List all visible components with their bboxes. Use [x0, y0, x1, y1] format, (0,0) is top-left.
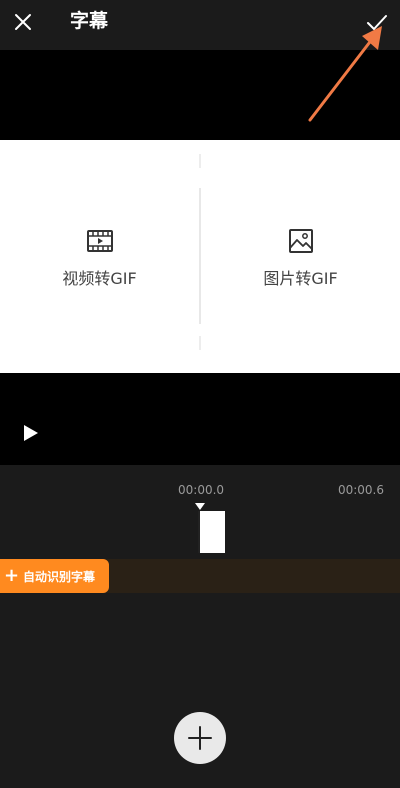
timeline-start-time: 00:00.0 — [178, 483, 225, 497]
image-icon — [288, 228, 313, 253]
timeline-end-time: 00:00.6 — [337, 483, 384, 497]
play-button[interactable] — [18, 421, 42, 445]
add-subtitle-button[interactable] — [174, 712, 226, 764]
playhead-marker[interactable] — [195, 503, 205, 510]
plus-icon — [188, 726, 212, 750]
play-icon — [24, 425, 38, 441]
gif-options-panel: 视频转GIF 图片转GIF — [0, 140, 400, 373]
image-to-gif-label: 图片转GIF — [263, 268, 338, 288]
close-button[interactable] — [8, 7, 38, 37]
page-title: 字幕 — [70, 10, 109, 32]
image-to-gif-option[interactable]: 图片转GIF — [201, 140, 400, 373]
film-icon — [86, 229, 113, 252]
video-player — [0, 373, 400, 465]
subtitle-editor-screen: 字幕 视频转GIF 图片转GIF 00:00.0 00:00.6 + 自动识别字… — [0, 0, 400, 788]
video-to-gif-label: 视频转GIF — [62, 268, 137, 288]
plus-icon: + — [4, 565, 20, 586]
video-to-gif-option[interactable]: 视频转GIF — [0, 140, 199, 373]
clip-thumbnail[interactable] — [198, 511, 225, 553]
auto-recognize-subtitles-button[interactable]: + 自动识别字幕 — [0, 559, 109, 593]
close-icon — [15, 14, 31, 30]
auto-recognize-label: 自动识别字幕 — [23, 569, 96, 584]
annotation-arrow — [308, 26, 382, 122]
timeline: 00:00.0 00:00.6 + 自动识别字幕 — [0, 465, 400, 788]
